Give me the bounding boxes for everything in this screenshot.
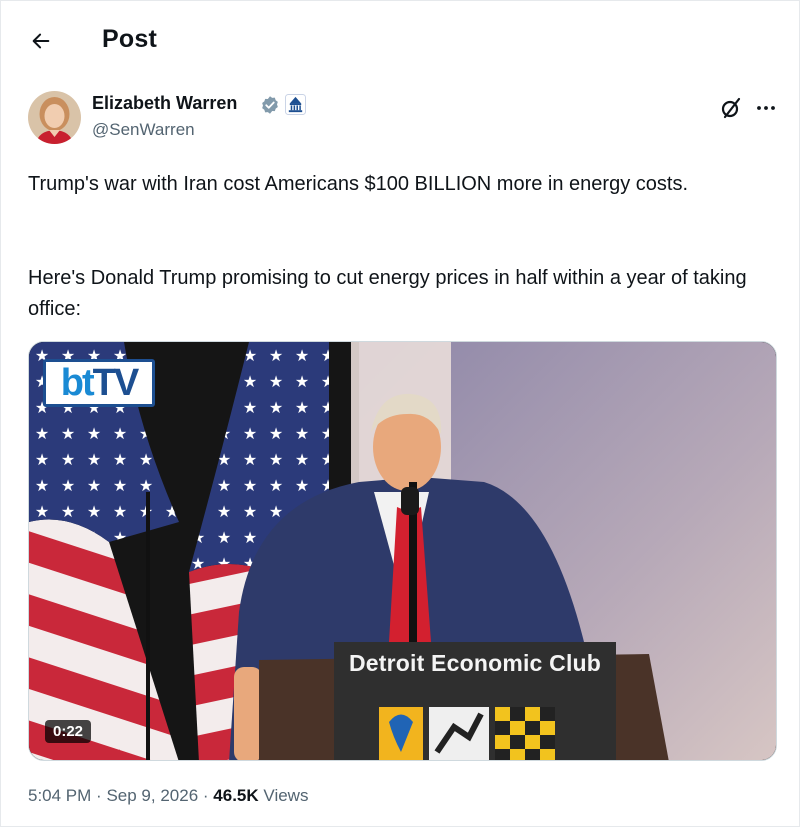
verified-badge-icon <box>262 96 278 114</box>
author-handle[interactable]: @SenWarren <box>92 120 195 140</box>
logo-text: bt <box>60 362 95 404</box>
post-date[interactable]: Sep 9, 2026 <box>106 786 198 805</box>
video-duration-badge: 0:22 <box>45 720 92 743</box>
video-player[interactable]: ★ <box>28 341 777 761</box>
views-count[interactable]: 46.5K <box>213 786 258 805</box>
more-horizontal-icon <box>757 106 775 110</box>
bttv-logo: bt TV <box>43 359 155 407</box>
meta-separator: · <box>202 786 209 805</box>
arrow-left-icon <box>32 33 50 49</box>
post-page: Post Elizabeth Warren @SenWarren Trump's… <box>0 0 800 827</box>
page-header: Post <box>1 1 800 81</box>
page-title: Post <box>102 25 157 53</box>
views-label: Views <box>263 786 309 805</box>
grok-icon <box>721 97 741 119</box>
more-button[interactable] <box>751 94 781 122</box>
avatar[interactable] <box>28 91 81 144</box>
post-text-paragraph: Here's Donald Trump promising to cut ene… <box>28 267 747 320</box>
podium-sign-text: Detroit Economic Club <box>348 650 602 676</box>
post-text-paragraph: Trump's war with Iran cost Americans $10… <box>28 173 688 195</box>
meta-separator: · <box>96 786 102 805</box>
logo-text: TV <box>92 362 140 404</box>
post-time[interactable]: 5:04 PM <box>28 786 91 805</box>
grok-button[interactable] <box>717 94 745 122</box>
author-name[interactable]: Elizabeth Warren <box>92 93 237 114</box>
post-metadata: 5:04 PM · Sep 9, 2026 · 46.5K Views <box>28 786 308 806</box>
capitol-affiliation-icon <box>285 94 306 115</box>
back-button[interactable] <box>23 23 59 59</box>
